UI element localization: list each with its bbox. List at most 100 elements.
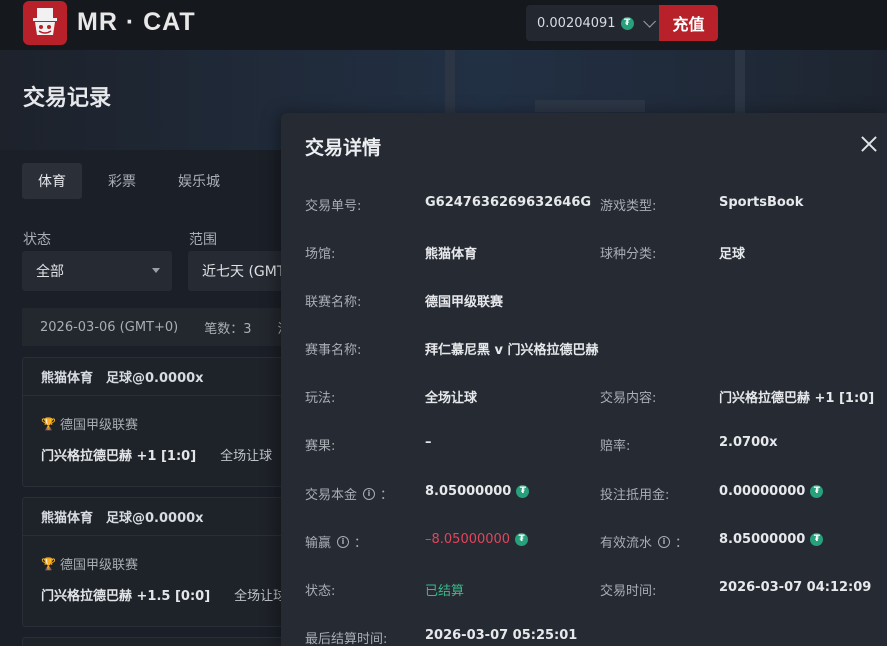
status-value: 已结算	[425, 584, 465, 599]
balance-amount: 0.00204091	[537, 15, 616, 31]
detail-row-play: 玩法: 全场让球 交易内容: 门兴格拉德巴赫 +1 [1:0]	[281, 387, 887, 407]
date-summary-count: 笔数：3	[204, 321, 252, 337]
brand-name: MR · CAT	[77, 8, 196, 36]
range-select[interactable]: 近七天 (GMT+0)	[188, 251, 288, 291]
date-summary-bar: 2026-03-06 (GMT+0) 笔数：3 流水	[22, 308, 292, 346]
win-loss-value: –8.05000000 ₮	[425, 532, 529, 547]
close-icon[interactable]	[859, 134, 879, 154]
bonus-credit-label: 投注抵用金:	[600, 488, 670, 503]
info-icon[interactable]: i	[363, 487, 376, 500]
category-tabs: 体育 彩票 娱乐城	[22, 163, 246, 199]
bonus-credit-amount: 0.00000000	[719, 484, 806, 499]
card-header: 熊猫体育 足球@0.0000x	[23, 358, 291, 396]
trophy-icon: 🏆	[41, 556, 56, 571]
modal-title: 交易详情	[305, 137, 382, 159]
transaction-time-label: 交易时间:	[600, 584, 657, 599]
balance-selector[interactable]: 0.00204091 ₮	[526, 5, 659, 41]
venue-label: 场馆:	[305, 247, 336, 262]
order-id-value: G6247636269632646G	[425, 195, 592, 210]
settle-time-label: 最后结算时间:	[305, 632, 388, 646]
tab-casino[interactable]: 娱乐城	[162, 163, 236, 199]
venue-value: 熊猫体育	[425, 247, 478, 262]
tab-lottery[interactable]: 彩票	[92, 163, 152, 199]
event-value: 拜仁慕尼黑 v 门兴格拉德巴赫	[425, 343, 599, 358]
card-league-name: 德国甲级联赛	[59, 558, 138, 573]
usdt-coin-icon: ₮	[810, 485, 824, 498]
odds-value: 2.0700x	[719, 435, 778, 450]
principal-label-text: 交易本金	[305, 488, 358, 503]
hero-decoration-bar	[535, 100, 645, 112]
range-select-value: 近七天 (GMT+0)	[202, 264, 288, 280]
order-id-label: 交易单号:	[305, 199, 362, 214]
card-match-row: 门兴格拉德巴赫 +1 [1:0] 全场让球	[23, 445, 291, 464]
label-colon: ：	[675, 536, 689, 551]
bet-content-value: 门兴格拉德巴赫 +1 [1:0]	[719, 391, 875, 406]
play-type-label: 玩法:	[305, 391, 336, 406]
valid-turnover-label: 有效流水 i ：	[600, 532, 688, 551]
info-icon[interactable]: i	[658, 535, 671, 548]
sport-category-value: 足球	[719, 247, 746, 262]
trophy-icon: 🏆	[41, 416, 56, 431]
detail-row-win-loss: 输赢 i ： –8.05000000 ₮ 有效流水 i ： 8.05000000…	[281, 532, 887, 552]
event-label: 赛事名称:	[305, 343, 362, 358]
chevron-down-icon	[642, 14, 656, 28]
detail-row-order-id: 交易单号: G6247636269632646G 游戏类型: SportsBoo…	[281, 195, 887, 215]
status-filter-label: 状态	[23, 232, 51, 248]
result-value: –	[425, 435, 432, 450]
brand-logo[interactable]	[23, 1, 67, 45]
result-label: 赛果:	[305, 439, 336, 454]
recharge-button[interactable]: 充值	[659, 5, 718, 41]
range-filter-label: 范围	[189, 232, 217, 248]
valid-turnover-label-text: 有效流水	[600, 536, 653, 551]
principal-value: 8.05000000 ₮	[425, 484, 530, 499]
label-colon: ：	[354, 536, 368, 551]
detail-row-venue: 场馆: 熊猫体育 球种分类: 足球	[281, 243, 887, 263]
odds-label: 赔率:	[600, 439, 631, 454]
principal-amount: 8.05000000	[425, 484, 512, 499]
card-league: 🏆 德国甲级联赛	[23, 554, 291, 574]
card-match-name: 门兴格拉德巴赫 +1.5 [0:0]	[41, 589, 211, 604]
win-loss-label: 输赢 i ：	[305, 532, 367, 551]
transaction-card[interactable]: 熊猫体育 足球@0.0000x 🏆 德国甲级联赛 门兴格拉德巴赫 +1.5 [0…	[22, 497, 292, 627]
detail-row-event: 赛事名称: 拜仁慕尼黑 v 门兴格拉德巴赫	[281, 339, 887, 359]
cat-logo-icon	[33, 8, 57, 35]
card-play-type: 全场让球	[220, 449, 273, 464]
tab-sports[interactable]: 体育	[22, 163, 82, 199]
detail-row-league: 联赛名称: 德国甲级联赛	[281, 291, 887, 311]
league-label: 联赛名称:	[305, 295, 362, 310]
settle-time-value: 2026-03-07 05:25:01	[425, 628, 578, 643]
valid-turnover-value: 8.05000000 ₮	[719, 532, 824, 547]
page-title: 交易记录	[23, 86, 112, 111]
play-type-value: 全场让球	[425, 391, 478, 406]
league-value: 德国甲级联赛	[425, 295, 504, 310]
detail-row-principal: 交易本金 i ： 8.05000000 ₮ 投注抵用金: 0.00000000 …	[281, 484, 887, 504]
detail-row-result: 赛果: – 赔率: 2.0700x	[281, 435, 887, 455]
card-league-name: 德国甲级联赛	[59, 418, 138, 433]
win-loss-label-text: 输赢	[305, 536, 332, 551]
transaction-card[interactable]: 熊猫体育 足球@0.0000x 🏆 德国甲级联赛 门兴格拉德巴赫 +1 [1:0…	[22, 357, 292, 487]
usdt-coin-icon: ₮	[516, 485, 530, 498]
usdt-coin-icon: ₮	[620, 16, 634, 30]
game-type-label: 游戏类型:	[600, 199, 657, 214]
win-loss-amount: –8.05000000	[425, 532, 511, 547]
top-bar: MR · CAT 0.00204091 ₮ 充值	[0, 0, 887, 50]
caret-down-icon	[152, 268, 160, 273]
transaction-card[interactable]	[22, 637, 292, 646]
status-select[interactable]: 全部	[22, 251, 172, 291]
bet-content-label: 交易内容:	[600, 391, 657, 406]
card-match-row: 门兴格拉德巴赫 +1.5 [0:0] 全场让球	[23, 585, 291, 604]
status-label: 状态:	[305, 584, 336, 599]
sport-category-label: 球种分类:	[600, 247, 657, 262]
detail-row-settle-time: 最后结算时间: 2026-03-07 05:25:01	[281, 628, 887, 646]
card-play-type: 全场让球	[234, 589, 287, 604]
label-colon: ：	[380, 488, 394, 503]
info-icon[interactable]: i	[337, 535, 350, 548]
transaction-detail-modal: 交易详情 交易单号: G6247636269632646G 游戏类型: Spor…	[281, 113, 887, 646]
valid-turnover-amount: 8.05000000	[719, 532, 806, 547]
transaction-time-value: 2026-03-07 04:12:09	[719, 580, 872, 595]
usdt-coin-icon: ₮	[515, 533, 529, 546]
status-select-value: 全部	[36, 264, 64, 280]
card-league: 🏆 德国甲级联赛	[23, 414, 291, 434]
card-match-name: 门兴格拉德巴赫 +1 [1:0]	[41, 449, 197, 464]
detail-row-status: 状态: 已结算 交易时间: 2026-03-07 04:12:09	[281, 580, 887, 600]
